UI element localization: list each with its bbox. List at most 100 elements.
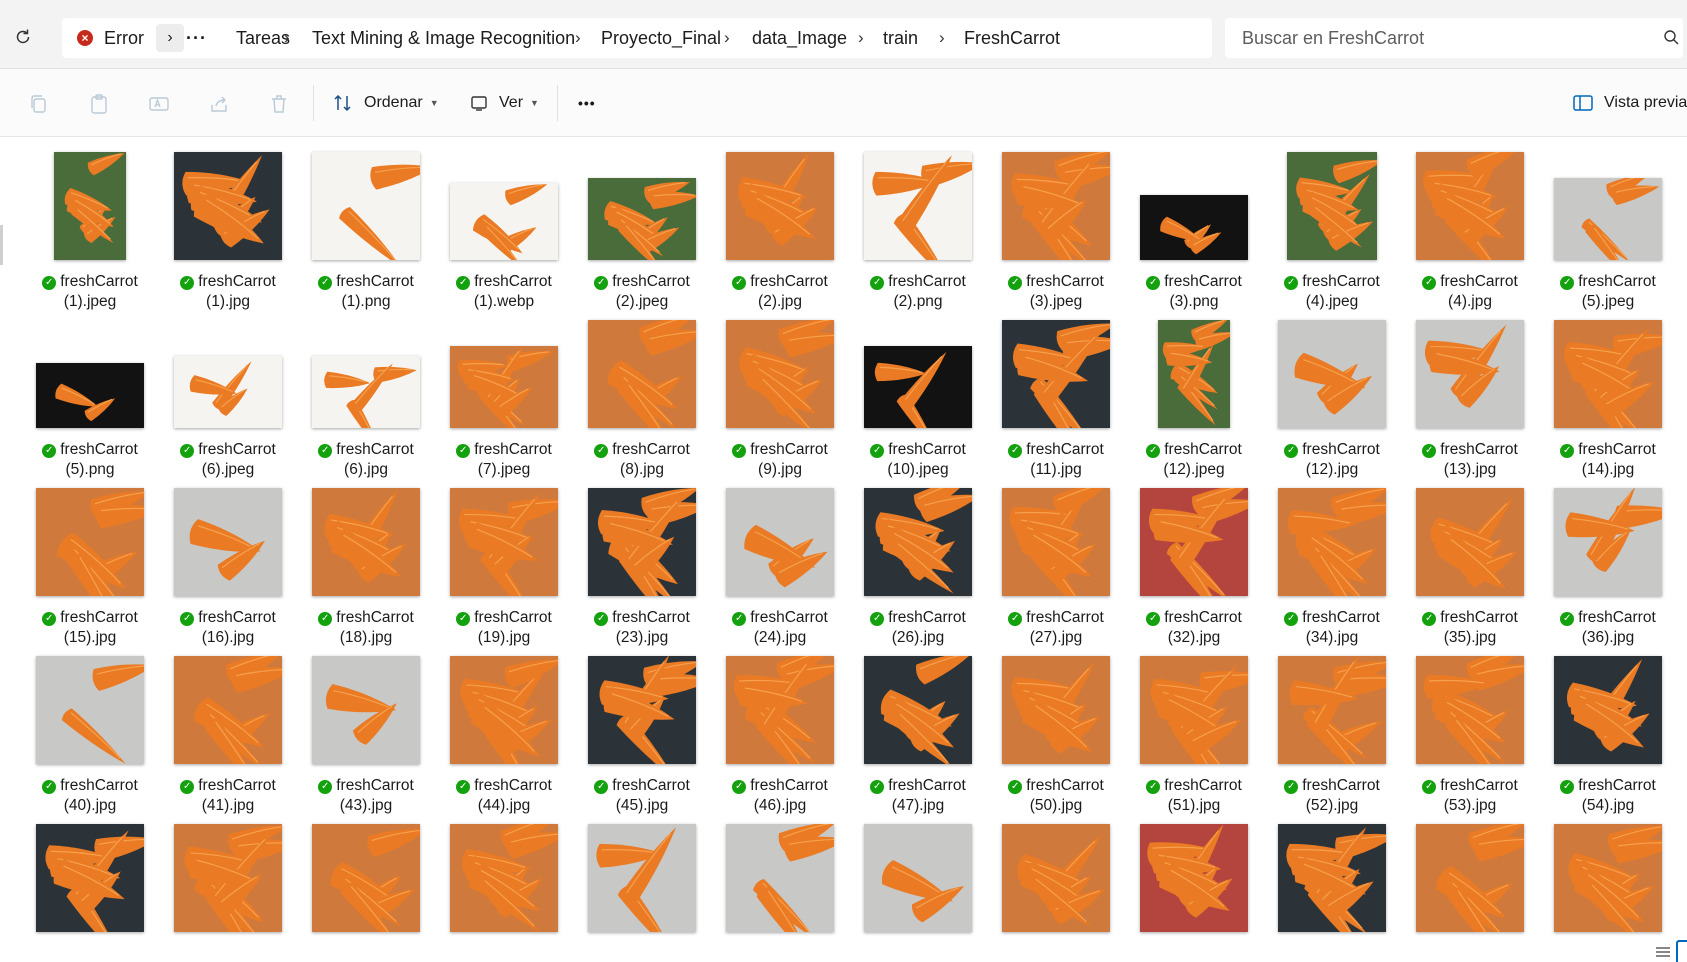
paste-button[interactable] <box>87 92 111 116</box>
breadcrumb-overflow-button[interactable]: ··· <box>186 18 207 58</box>
breadcrumb-item-tareas[interactable]: Tareas <box>236 18 290 58</box>
file-item[interactable] <box>435 824 573 962</box>
view-button[interactable]: Ver ▼ <box>469 87 539 119</box>
file-item[interactable]: ✓ freshCarrot (3).jpeg <box>987 152 1125 320</box>
file-item[interactable]: ✓ freshCarrot (40).jpg <box>21 656 159 824</box>
file-item[interactable]: ✓ freshCarrot (13).jpg <box>1401 320 1539 488</box>
image-thumbnail <box>588 178 696 260</box>
file-item[interactable]: ✓ freshCarrot (36).jpg <box>1539 488 1677 656</box>
large-icons-view-icon[interactable] <box>1676 940 1687 962</box>
file-item[interactable]: ✓ freshCarrot (6).jpeg <box>159 320 297 488</box>
share-button[interactable] <box>207 92 231 116</box>
rename-button[interactable] <box>147 92 171 116</box>
file-item[interactable]: ✓ freshCarrot (23).jpg <box>573 488 711 656</box>
file-item[interactable]: ✓ freshCarrot (51).jpg <box>1125 656 1263 824</box>
image-thumbnail <box>726 824 834 932</box>
file-suffix: (34).jpg <box>1305 629 1359 646</box>
chevron-right-icon[interactable]: › <box>575 18 581 58</box>
file-item[interactable]: ✓ freshCarrot (5).jpeg <box>1539 152 1677 320</box>
file-item[interactable]: ✓ freshCarrot (53).jpg <box>1401 656 1539 824</box>
file-item[interactable]: ✓ freshCarrot (24).jpg <box>711 488 849 656</box>
chevron-right-icon[interactable]: › <box>284 18 290 58</box>
file-item[interactable]: ✓ freshCarrot (45).jpg <box>573 656 711 824</box>
details-view-icon[interactable] <box>1655 945 1671 959</box>
file-label: ✓ freshCarrot (7).jpeg <box>435 440 573 480</box>
file-item[interactable] <box>1401 824 1539 962</box>
file-item[interactable]: ✓ freshCarrot (9).jpg <box>711 320 849 488</box>
file-item[interactable] <box>1539 824 1677 962</box>
image-thumbnail <box>864 152 972 260</box>
file-item[interactable]: ✓ freshCarrot (4).jpeg <box>1263 152 1401 320</box>
breadcrumb-item-freshcarrot[interactable]: FreshCarrot <box>964 18 1060 58</box>
file-item[interactable] <box>573 824 711 962</box>
file-item[interactable]: ✓ freshCarrot (47).jpg <box>849 656 987 824</box>
thumbnail-frame <box>1140 488 1248 596</box>
more-options-button[interactable]: ••• <box>578 87 596 119</box>
sync-ok-icon: ✓ <box>456 780 471 794</box>
chevron-right-icon[interactable]: › <box>858 18 864 58</box>
file-item[interactable]: ✓ freshCarrot (27).jpg <box>987 488 1125 656</box>
file-item[interactable]: ✓ freshCarrot (1).jpg <box>159 152 297 320</box>
file-item[interactable]: ✓ freshCarrot (2).jpg <box>711 152 849 320</box>
file-item[interactable]: ✓ freshCarrot (41).jpg <box>159 656 297 824</box>
file-item[interactable]: ✓ freshCarrot (34).jpg <box>1263 488 1401 656</box>
chevron-right-icon[interactable]: › <box>156 24 184 52</box>
file-item[interactable] <box>159 824 297 962</box>
file-item[interactable]: ✓ freshCarrot (1).webp <box>435 152 573 320</box>
breadcrumb-item-text-mining[interactable]: Text Mining & Image Recognition <box>312 18 575 58</box>
file-item[interactable]: ✓ freshCarrot (16).jpg <box>159 488 297 656</box>
copy-button[interactable] <box>27 92 51 116</box>
image-thumbnail <box>36 824 144 932</box>
breadcrumb-item-data-image[interactable]: data_Image <box>752 18 847 58</box>
file-item[interactable]: ✓ freshCarrot (4).jpg <box>1401 152 1539 320</box>
file-item[interactable]: ✓ freshCarrot (6).jpg <box>297 320 435 488</box>
file-item[interactable]: ✓ freshCarrot (35).jpg <box>1401 488 1539 656</box>
file-name: freshCarrot <box>1164 273 1242 290</box>
navigation-pane-edge[interactable] <box>0 225 3 265</box>
file-item[interactable]: ✓ freshCarrot (12).jpeg <box>1125 320 1263 488</box>
file-item[interactable] <box>987 824 1125 962</box>
delete-button[interactable] <box>267 92 291 116</box>
thumbnail-frame <box>1278 824 1386 932</box>
file-item[interactable] <box>711 824 849 962</box>
search-input[interactable] <box>1225 18 1679 58</box>
file-item[interactable]: ✓ freshCarrot (12).jpg <box>1263 320 1401 488</box>
breadcrumb-item-train[interactable]: train <box>883 18 918 58</box>
error-location[interactable]: Error <box>104 18 144 58</box>
file-item[interactable]: ✓ freshCarrot (46).jpg <box>711 656 849 824</box>
file-item[interactable] <box>1263 824 1401 962</box>
refresh-button[interactable] <box>12 26 34 48</box>
file-item[interactable]: ✓ freshCarrot (1).jpeg <box>21 152 159 320</box>
file-item[interactable]: ✓ freshCarrot (26).jpg <box>849 488 987 656</box>
file-item[interactable]: ✓ freshCarrot (43).jpg <box>297 656 435 824</box>
chevron-right-icon[interactable]: › <box>724 18 730 58</box>
file-item[interactable]: ✓ freshCarrot (5).png <box>21 320 159 488</box>
file-item[interactable]: ✓ freshCarrot (11).jpg <box>987 320 1125 488</box>
search-icon[interactable] <box>1663 29 1681 47</box>
file-item[interactable]: ✓ freshCarrot (18).jpg <box>297 488 435 656</box>
breadcrumb-item-proyecto-final[interactable]: Proyecto_Final <box>601 18 721 58</box>
file-item[interactable]: ✓ freshCarrot (2).png <box>849 152 987 320</box>
file-item[interactable]: ✓ freshCarrot (1).png <box>297 152 435 320</box>
file-item[interactable]: ✓ freshCarrot (15).jpg <box>21 488 159 656</box>
file-item[interactable]: ✓ freshCarrot (14).jpg <box>1539 320 1677 488</box>
file-item[interactable]: ✓ freshCarrot (2).jpeg <box>573 152 711 320</box>
file-item[interactable]: ✓ freshCarrot (3).png <box>1125 152 1263 320</box>
file-item[interactable]: ✓ freshCarrot (19).jpg <box>435 488 573 656</box>
file-item[interactable] <box>1125 824 1263 962</box>
file-item[interactable]: ✓ freshCarrot (8).jpg <box>573 320 711 488</box>
file-item[interactable]: ✓ freshCarrot (32).jpg <box>1125 488 1263 656</box>
file-item[interactable]: ✓ freshCarrot (50).jpg <box>987 656 1125 824</box>
file-item[interactable]: ✓ freshCarrot (10).jpeg <box>849 320 987 488</box>
file-item[interactable] <box>21 824 159 962</box>
preview-pane-button[interactable]: Vista previa <box>1572 87 1687 119</box>
file-item[interactable]: ✓ freshCarrot (52).jpg <box>1263 656 1401 824</box>
file-item[interactable]: ✓ freshCarrot (44).jpg <box>435 656 573 824</box>
file-item[interactable]: ✓ freshCarrot (54).jpg <box>1539 656 1677 824</box>
file-item[interactable] <box>849 824 987 962</box>
file-item[interactable] <box>297 824 435 962</box>
file-item[interactable]: ✓ freshCarrot (7).jpeg <box>435 320 573 488</box>
chevron-right-icon[interactable]: › <box>939 18 945 58</box>
sort-button[interactable]: Ordenar ▼ <box>332 87 439 119</box>
image-thumbnail <box>174 488 282 596</box>
